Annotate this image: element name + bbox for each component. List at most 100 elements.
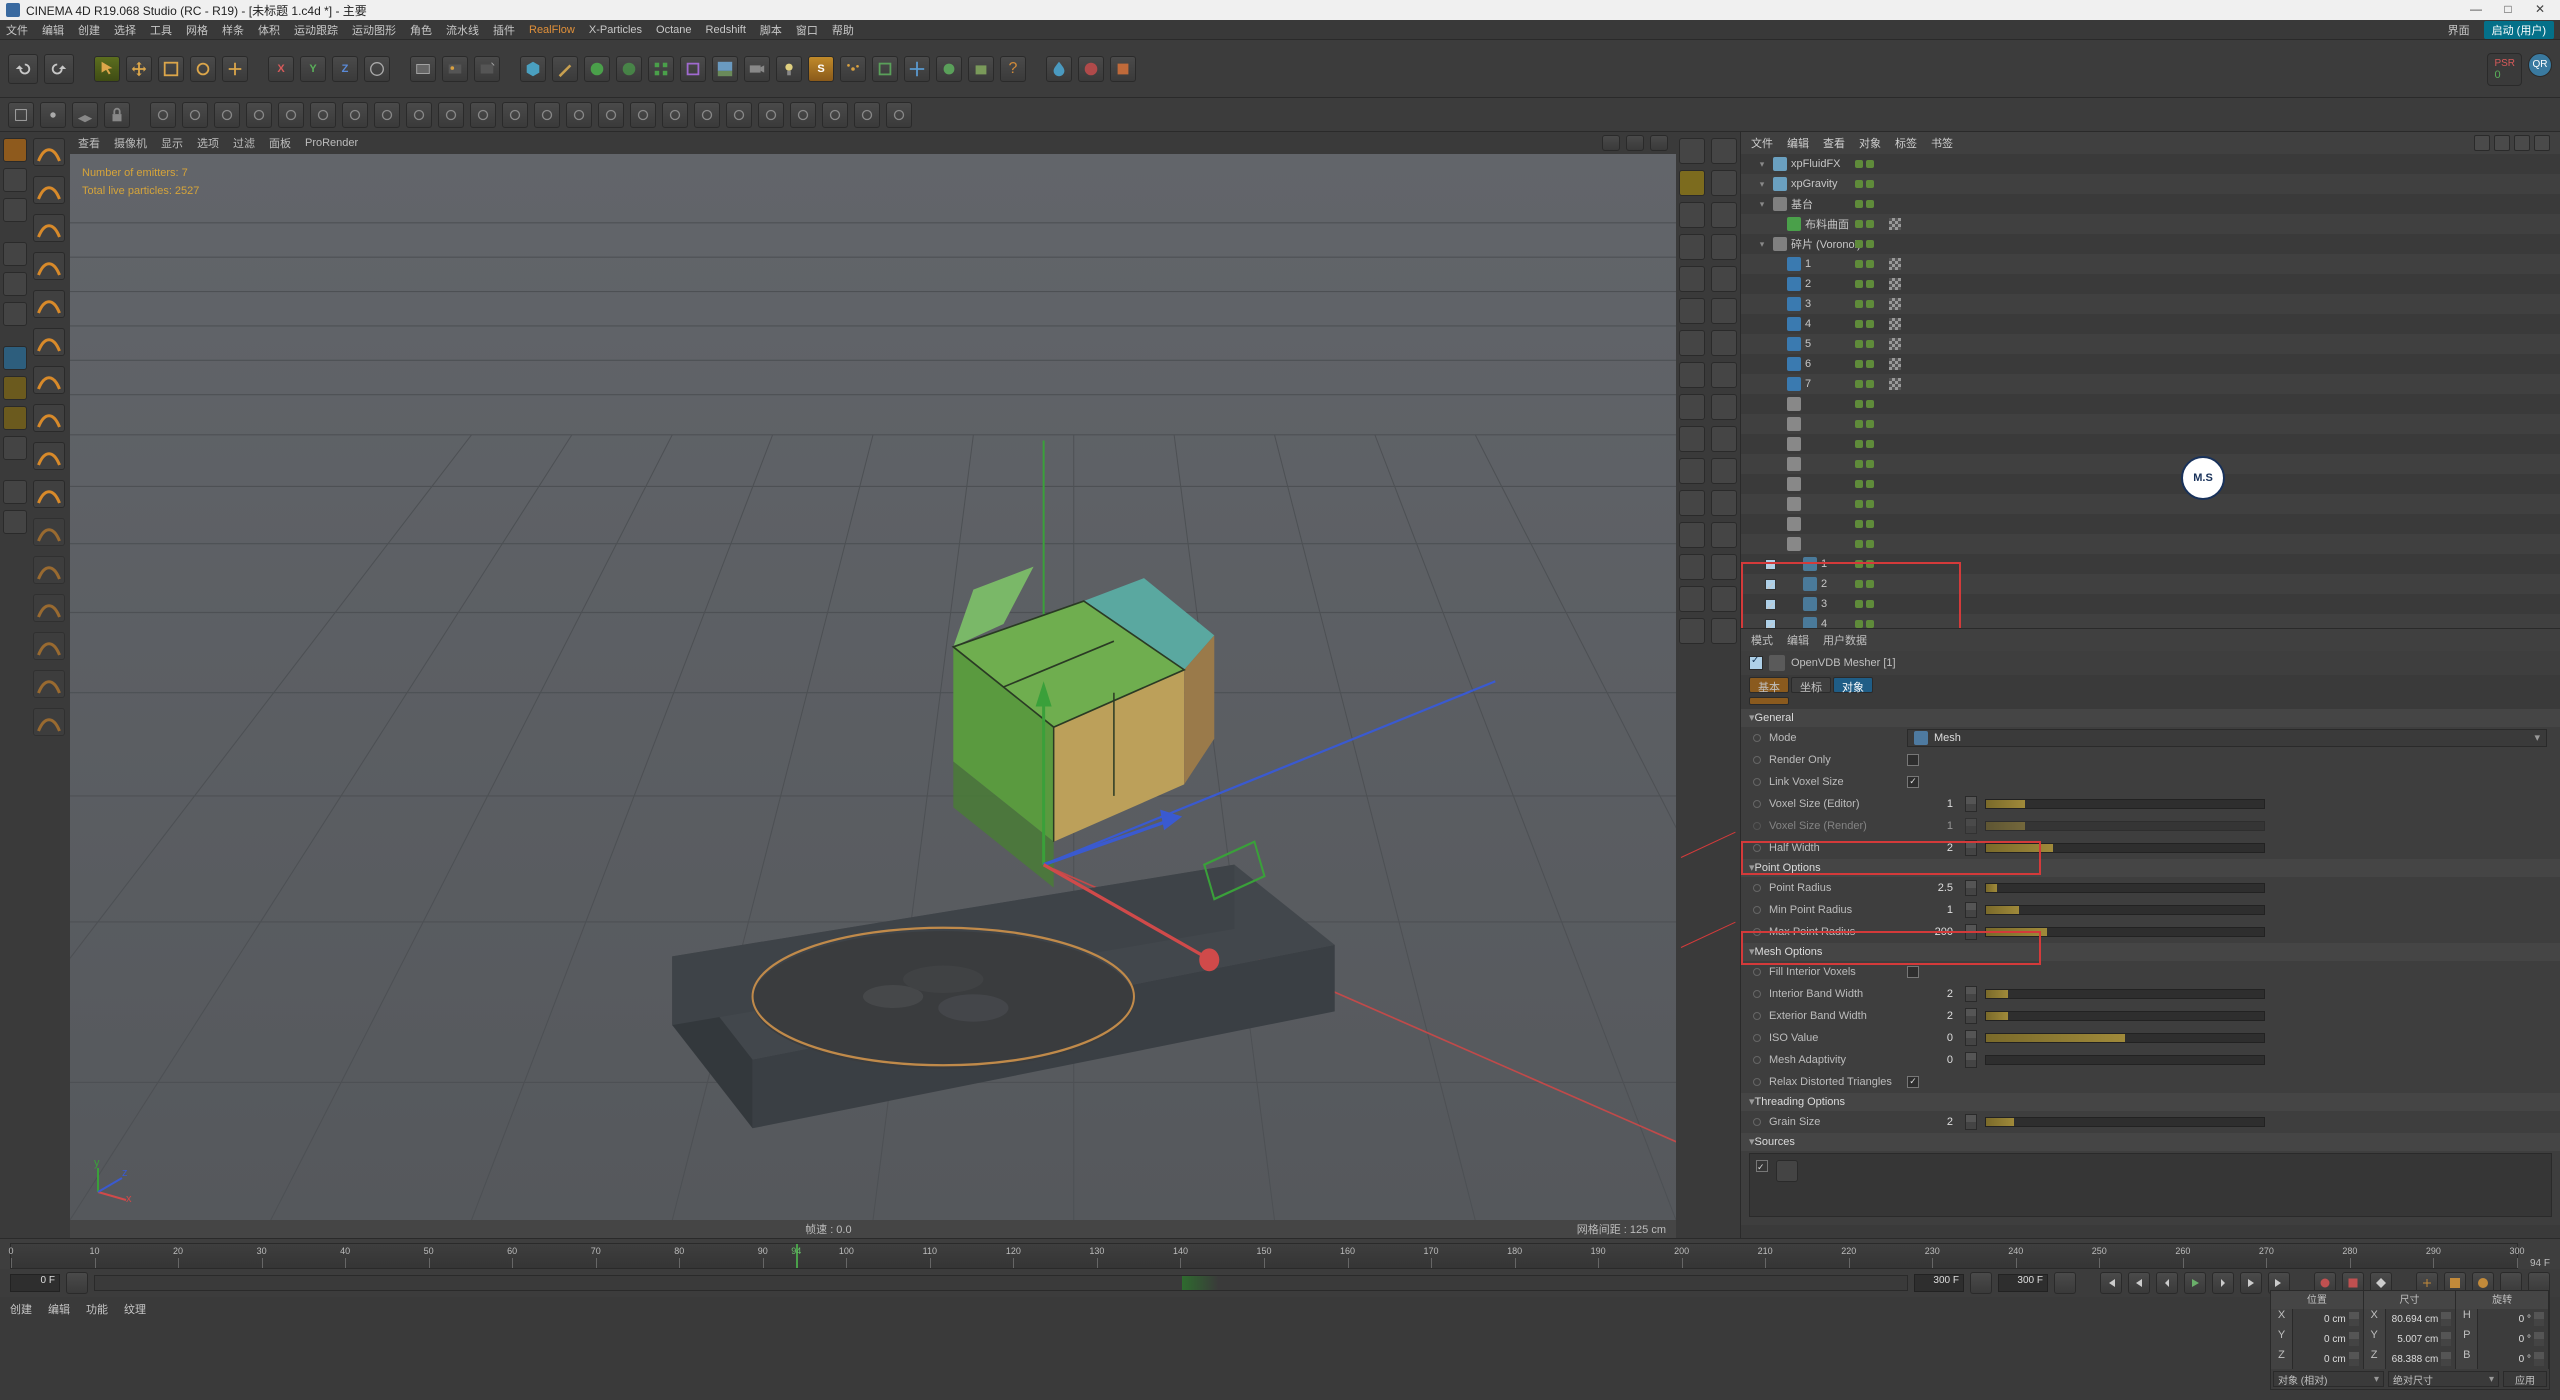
tool-21[interactable] — [822, 102, 848, 128]
attr-menu-item[interactable]: 编辑 — [1787, 632, 1809, 648]
timeline-range-end[interactable]: 300 F — [1914, 1274, 1964, 1292]
material-menu-item[interactable]: 创建 — [10, 1301, 32, 1317]
object-row[interactable]: 布料曲面 — [1741, 214, 2560, 234]
snap-toggle[interactable] — [40, 102, 66, 128]
edge-mode[interactable] — [3, 272, 27, 296]
next-frame-button[interactable] — [2212, 1272, 2234, 1294]
psr-indicator[interactable]: PSR0 — [2487, 53, 2522, 86]
om-menu-item[interactable]: 书签 — [1931, 135, 1953, 151]
tool-1[interactable] — [182, 102, 208, 128]
tool-6[interactable] — [342, 102, 368, 128]
tweak-mode[interactable] — [3, 376, 27, 400]
object-row[interactable]: 4 — [1741, 314, 2560, 334]
render-settings[interactable] — [474, 56, 500, 82]
attr-enable-checkbox[interactable] — [1749, 656, 1763, 670]
palette-icon[interactable] — [1679, 202, 1705, 228]
menu-item[interactable]: 文件 — [6, 22, 28, 38]
max-pr-slider[interactable] — [1985, 927, 2265, 937]
point-mode[interactable] — [3, 242, 27, 266]
object-row[interactable]: 7 — [1741, 374, 2560, 394]
tool-19[interactable] — [758, 102, 784, 128]
palette-icon[interactable] — [1711, 618, 1737, 644]
maximize-button[interactable]: □ — [2494, 2, 2522, 18]
palette-icon[interactable] — [1711, 170, 1737, 196]
lock-icon[interactable] — [104, 102, 130, 128]
rotate-tool[interactable] — [190, 56, 216, 82]
source-checkbox[interactable] — [1756, 1160, 1768, 1172]
section-point-options[interactable]: Point Options — [1741, 859, 2560, 877]
menu-item[interactable]: X-Particles — [589, 24, 642, 36]
menu-item[interactable]: 编辑 — [42, 22, 64, 38]
deformer[interactable] — [680, 56, 706, 82]
section-mesh-options[interactable]: Mesh Options — [1741, 943, 2560, 961]
object-row[interactable]: ✓3 — [1741, 594, 2560, 614]
tool-15[interactable] — [630, 102, 656, 128]
palette-icon[interactable] — [1711, 330, 1737, 356]
qr-indicator[interactable]: QR — [2528, 53, 2552, 77]
tool-4[interactable] — [278, 102, 304, 128]
axis-mode[interactable] — [3, 346, 27, 370]
light[interactable] — [776, 56, 802, 82]
x-axis-lock[interactable]: X — [268, 56, 294, 82]
palette-icon[interactable] — [1711, 426, 1737, 452]
menu-item[interactable]: Redshift — [706, 24, 746, 36]
weld-tool[interactable] — [33, 404, 65, 432]
last-tool[interactable] — [222, 56, 248, 82]
xp-cache[interactable] — [968, 56, 994, 82]
palette-icon[interactable] — [1679, 458, 1705, 484]
link-voxel-checkbox[interactable] — [1907, 776, 1919, 788]
object-row[interactable]: 6 — [1741, 354, 2560, 374]
prev-key-button[interactable] — [2128, 1272, 2150, 1294]
vp-menu-item[interactable]: 摄像机 — [114, 135, 147, 151]
palette-icon[interactable] — [1679, 362, 1705, 388]
workplane[interactable] — [72, 102, 98, 128]
object-row[interactable]: ✓2 — [1741, 574, 2560, 594]
xp-modifier[interactable] — [904, 56, 930, 82]
palette-icon[interactable] — [1711, 490, 1737, 516]
menu-item[interactable]: 插件 — [493, 22, 515, 38]
menu-item[interactable]: Octane — [656, 24, 691, 36]
close-button[interactable]: ✕ — [2526, 2, 2554, 18]
z-axis-lock[interactable]: Z — [332, 56, 358, 82]
tool-8[interactable] — [406, 102, 432, 128]
exterior-band-spinner[interactable] — [1965, 1008, 1977, 1024]
tool-23[interactable] — [886, 102, 912, 128]
texture-mode[interactable] — [3, 168, 27, 192]
spiral-tool[interactable] — [33, 252, 65, 280]
iso-spinner[interactable] — [1965, 1030, 1977, 1046]
object-row[interactable]: 3 — [1741, 294, 2560, 314]
palette-icon[interactable] — [1711, 202, 1737, 228]
vp-maximize-icon[interactable] — [1650, 135, 1668, 151]
object-row[interactable]: 2 — [1741, 274, 2560, 294]
section-threading[interactable]: Threading Options — [1741, 1093, 2560, 1111]
point-radius-slider[interactable] — [1985, 883, 2265, 893]
knife-tool[interactable] — [33, 556, 65, 584]
vp-menu-item[interactable]: ProRender — [305, 137, 358, 149]
tool-18[interactable] — [726, 102, 752, 128]
palette-icon[interactable] — [1711, 298, 1737, 324]
slide-tool[interactable] — [33, 594, 65, 622]
section-sources[interactable]: Sources — [1741, 1133, 2560, 1151]
render-view[interactable] — [410, 56, 436, 82]
curve-tool[interactable] — [33, 138, 65, 166]
om-menu-item[interactable]: 文件 — [1751, 135, 1773, 151]
object-row[interactable]: ✓1 — [1741, 554, 2560, 574]
object-row[interactable] — [1741, 494, 2560, 514]
timeline-end-field[interactable]: 300 F — [1998, 1274, 2048, 1292]
iso-slider[interactable] — [1985, 1033, 2265, 1043]
tool-9[interactable] — [438, 102, 464, 128]
select-tool[interactable] — [94, 56, 120, 82]
xp-dynamics[interactable] — [936, 56, 962, 82]
object-row[interactable]: xpFluidFX — [1741, 154, 2560, 174]
attr-tab-object[interactable]: 对象 — [1833, 677, 1873, 693]
exterior-band-slider[interactable] — [1985, 1011, 2265, 1021]
y-axis-lock[interactable]: Y — [300, 56, 326, 82]
poly-tool[interactable] — [33, 328, 65, 356]
om-menu-item[interactable]: 编辑 — [1787, 135, 1809, 151]
om-eye-icon[interactable] — [2514, 135, 2530, 151]
palette-icon[interactable] — [1679, 298, 1705, 324]
material-menu-item[interactable]: 纹理 — [124, 1301, 146, 1317]
menu-item[interactable]: 帮助 — [832, 22, 854, 38]
xp-system[interactable]: S — [808, 56, 834, 82]
palette-icon[interactable] — [1679, 266, 1705, 292]
